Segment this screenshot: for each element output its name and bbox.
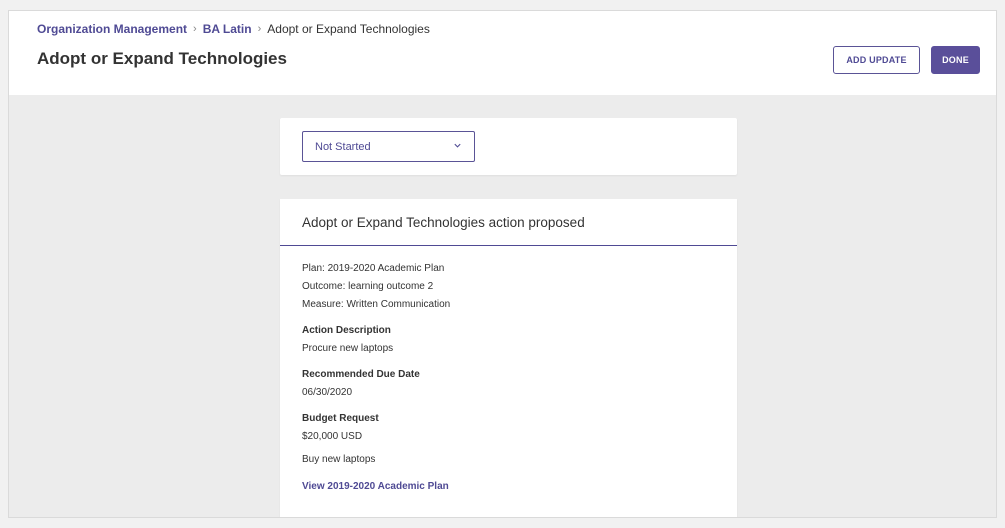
breadcrumb: Organization Management › BA Latin › Ado… <box>37 22 430 36</box>
page-header: Organization Management › BA Latin › Ado… <box>9 11 996 95</box>
add-update-button[interactable]: ADD UPDATE <box>833 46 920 74</box>
breadcrumb-organization-management[interactable]: Organization Management <box>37 22 187 36</box>
chevron-right-icon: › <box>257 23 262 35</box>
action-description-label: Action Description <box>302 325 391 336</box>
action-title: Adopt or Expand Technologies action prop… <box>280 199 737 246</box>
page-title: Adopt or Expand Technologies <box>37 49 287 68</box>
action-body: Plan: 2019-2020 Academic Plan Outcome: l… <box>280 246 737 496</box>
due-date-label: Recommended Due Date <box>302 369 420 380</box>
measure-text: Measure: Written Communication <box>302 299 451 310</box>
status-select[interactable]: Not Started <box>302 131 475 162</box>
due-date-value: 06/30/2020 <box>302 387 353 398</box>
breadcrumb-current: Adopt or Expand Technologies <box>267 22 430 36</box>
status-select-value: Not Started <box>315 140 371 153</box>
budget-amount: $20,000 USD <box>302 431 363 442</box>
action-detail-card: Adopt or Expand Technologies action prop… <box>280 199 737 517</box>
outcome-text: Outcome: learning outcome 2 <box>302 281 434 292</box>
status-card: Not Started <box>280 118 737 175</box>
done-button[interactable]: DONE <box>931 46 980 74</box>
view-plan-link[interactable]: View 2019-2020 Academic Plan <box>302 478 449 496</box>
budget-note: Buy new laptops <box>302 454 376 465</box>
chevron-right-icon: › <box>193 23 197 35</box>
action-description-text: Procure new laptops <box>302 343 394 354</box>
plan-text: Plan: 2019-2020 Academic Plan <box>302 263 445 274</box>
app-frame: Organization Management › BA Latin › Ado… <box>8 10 997 518</box>
chevron-down-icon <box>454 143 461 148</box>
breadcrumb-ba-latin[interactable]: BA Latin <box>203 22 252 36</box>
budget-request-label: Budget Request <box>302 413 379 424</box>
